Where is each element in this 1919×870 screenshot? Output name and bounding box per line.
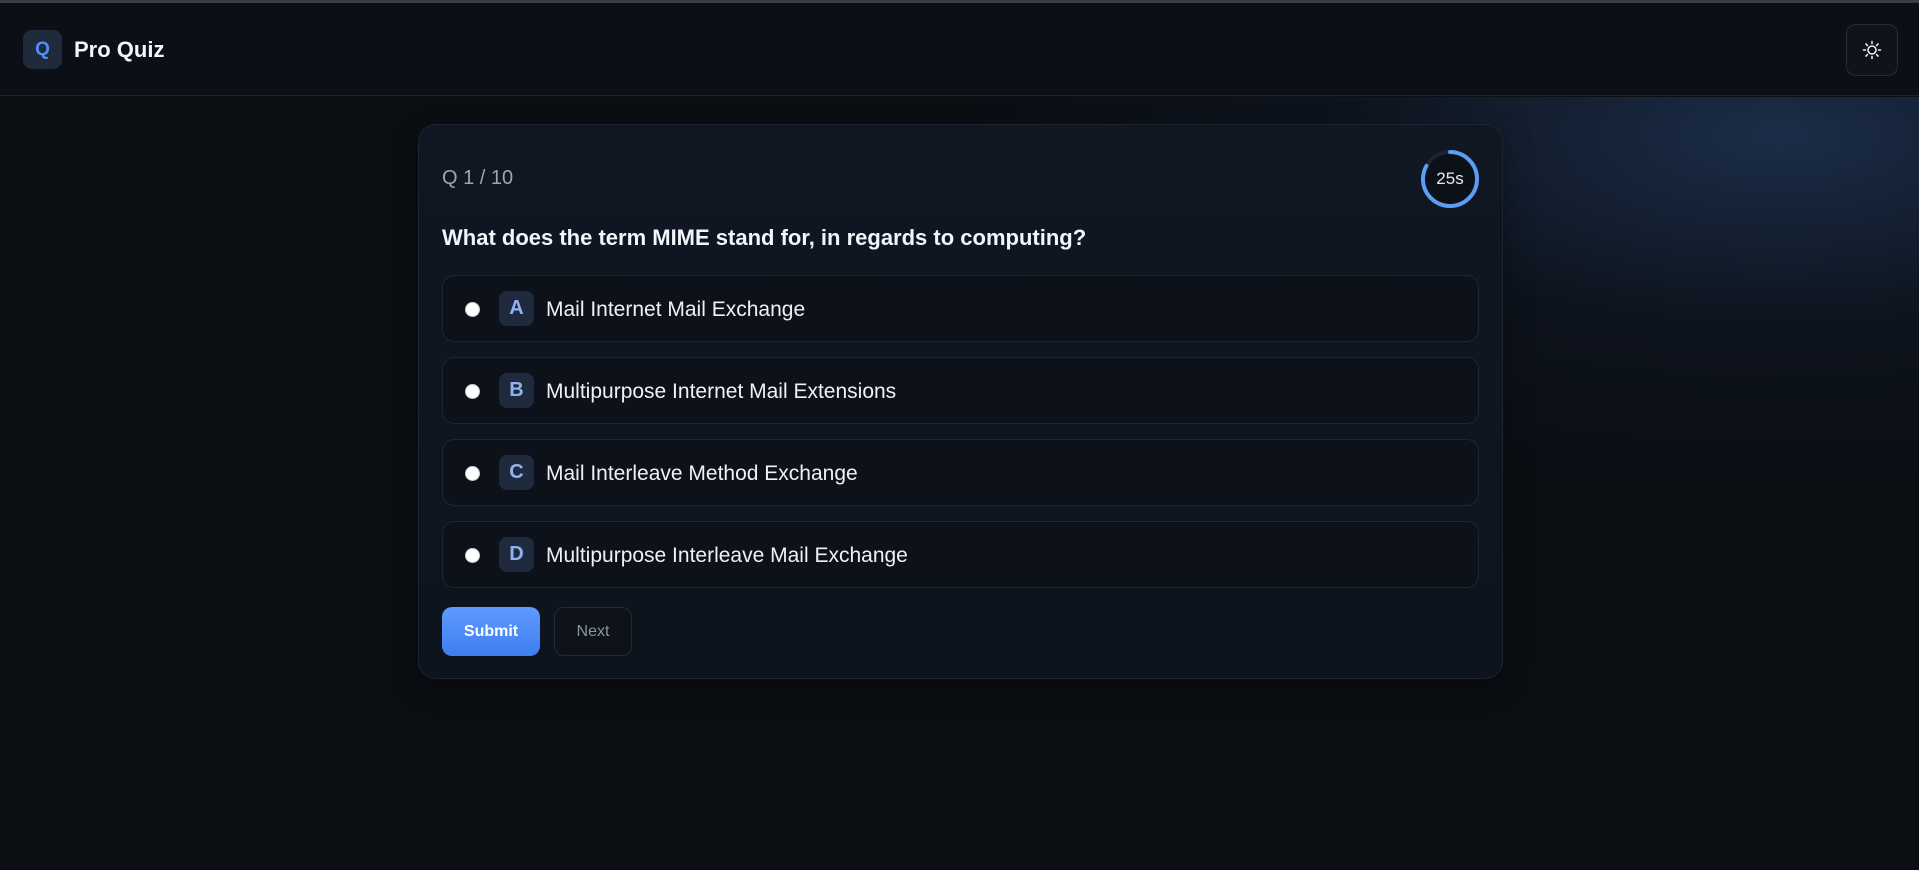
- option-b[interactable]: B Multipurpose Internet Mail Extensions: [442, 357, 1479, 424]
- theme-toggle-button[interactable]: [1846, 24, 1898, 76]
- option-b-radio[interactable]: [465, 384, 480, 399]
- option-a-letter: A: [499, 291, 534, 326]
- next-button[interactable]: Next: [554, 607, 632, 656]
- quiz-card: Q 1 / 10 25s What does the term MIME sta…: [418, 124, 1503, 679]
- option-d-letter: D: [499, 537, 534, 572]
- app-logo-letter: Q: [35, 38, 50, 60]
- sun-icon: [1862, 40, 1882, 60]
- option-d[interactable]: D Multipurpose Interleave Mail Exchange: [442, 521, 1479, 588]
- option-b-text: Multipurpose Internet Mail Extensions: [546, 380, 897, 403]
- app-header: Q Pro Quiz: [0, 3, 1919, 96]
- option-c-radio[interactable]: [465, 466, 480, 481]
- countdown-timer: 25s: [1419, 148, 1481, 210]
- timer-label: 25s: [1436, 169, 1464, 188]
- option-a-text: Mail Internet Mail Exchange: [546, 298, 806, 321]
- app-logo: Q: [23, 30, 62, 69]
- option-b-letter: B: [499, 373, 534, 408]
- option-a[interactable]: A Mail Internet Mail Exchange: [442, 275, 1479, 342]
- submit-button[interactable]: Submit: [442, 607, 540, 656]
- option-c-text: Mail Interleave Method Exchange: [546, 462, 858, 485]
- option-c[interactable]: C Mail Interleave Method Exchange: [442, 439, 1479, 506]
- option-a-radio[interactable]: [465, 302, 480, 317]
- app-title: Pro Quiz: [74, 37, 165, 62]
- question-counter: Q 1 / 10: [442, 167, 514, 189]
- option-c-letter: C: [499, 455, 534, 490]
- question-text: What does the term MIME stand for, in re…: [442, 225, 1087, 250]
- option-d-radio[interactable]: [465, 548, 480, 563]
- option-d-text: Multipurpose Interleave Mail Exchange: [546, 544, 908, 567]
